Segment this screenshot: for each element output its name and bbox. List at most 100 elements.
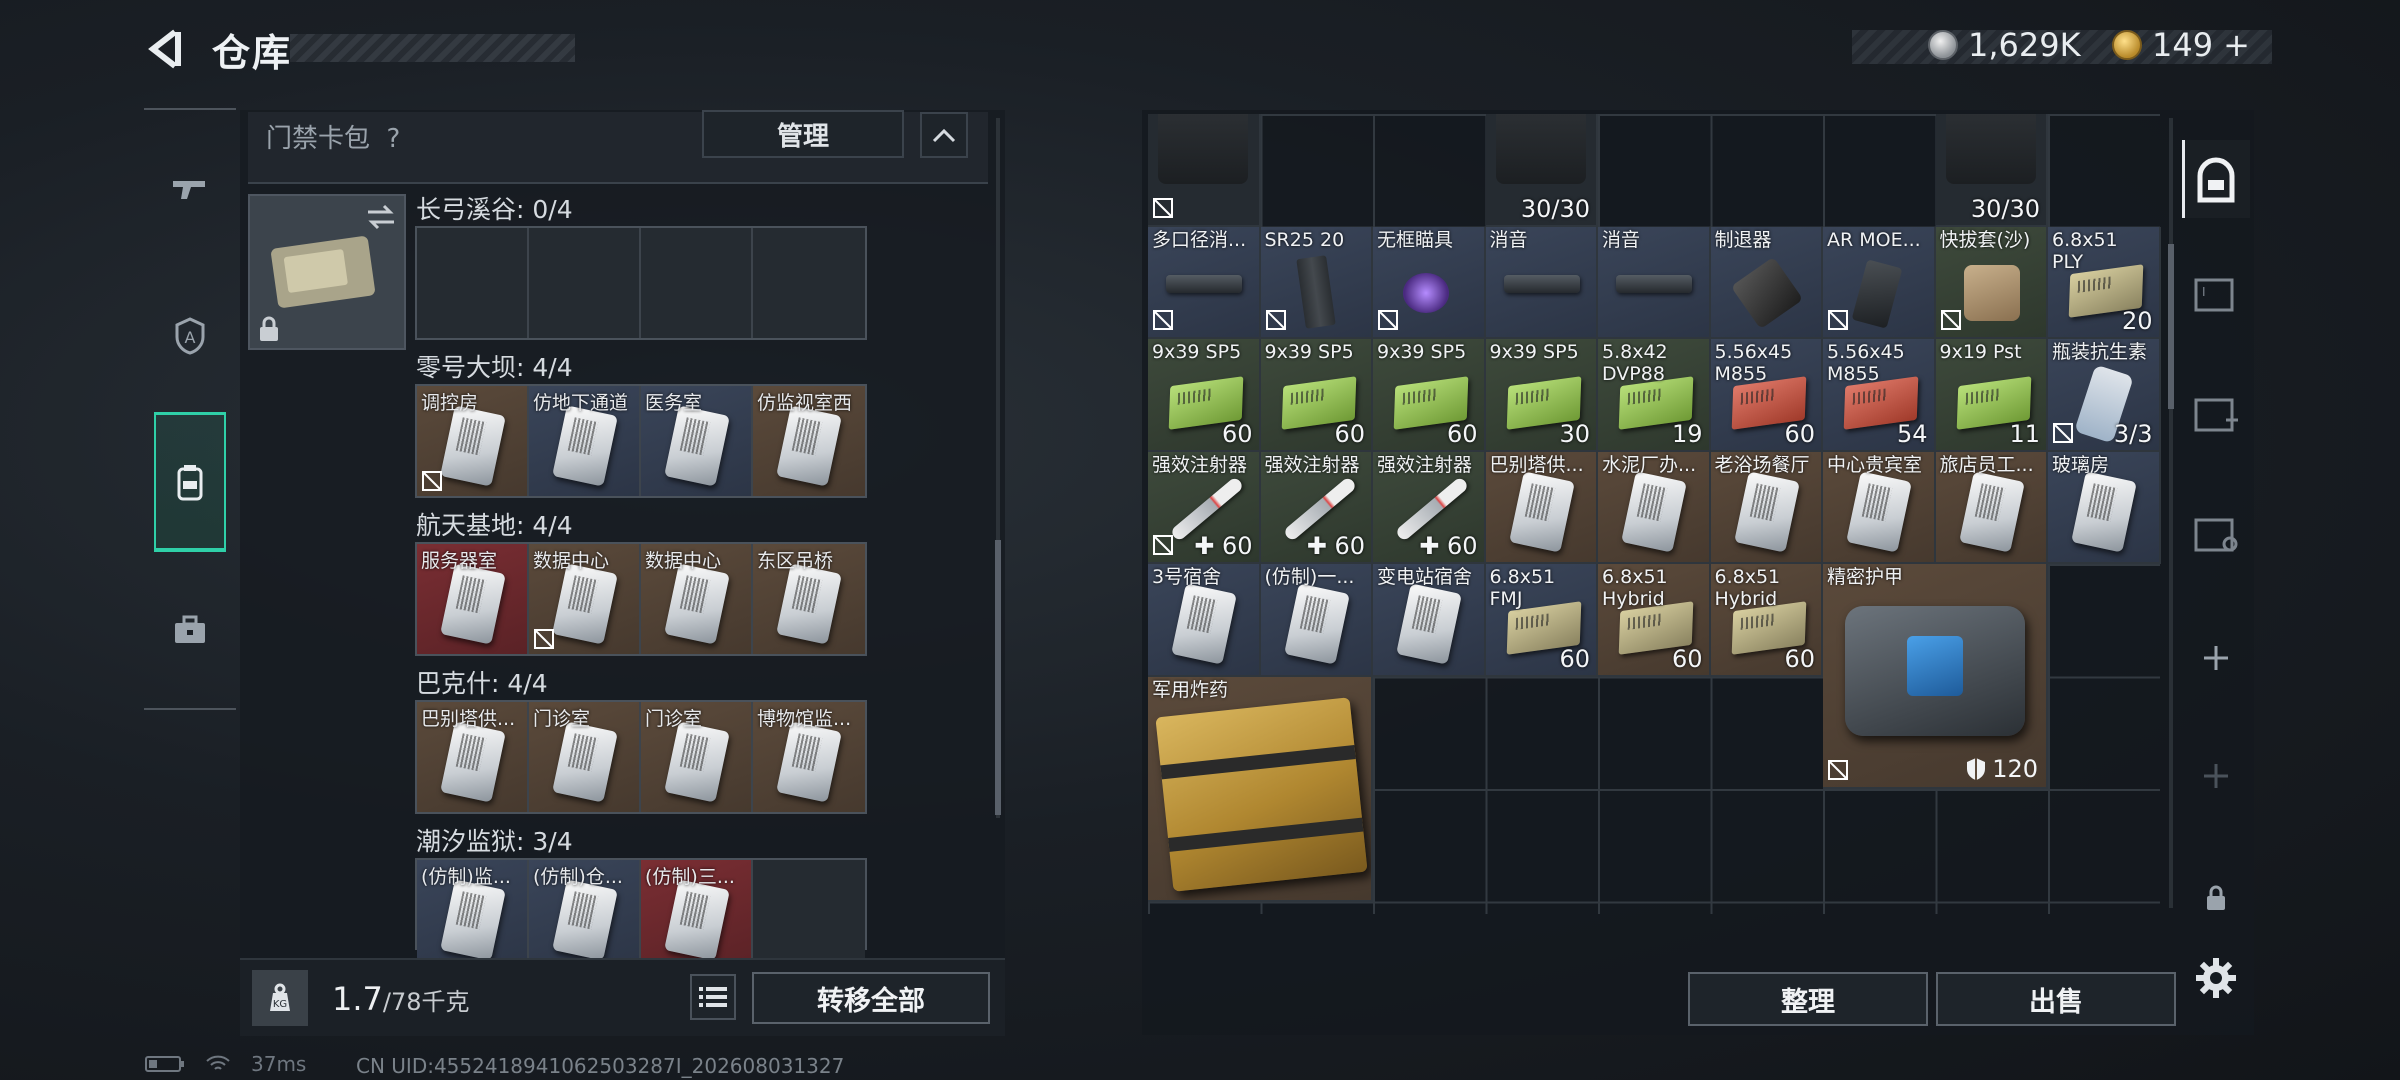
storage-item[interactable]: 变电站宿舍 — [1373, 564, 1486, 677]
keycard-slot[interactable] — [753, 860, 865, 970]
keycard-slot[interactable]: 调控房 — [417, 386, 529, 496]
storage-item[interactable]: 9x39 SP5 60 — [1260, 339, 1373, 452]
keycard-slot[interactable]: 巴别塔供... — [417, 702, 529, 812]
storage-item[interactable]: 快拔套(沙) — [1935, 226, 2048, 339]
right-nav-bag[interactable] — [2182, 144, 2250, 216]
storage-item[interactable]: 强效注射器 ✚ 60 — [1260, 451, 1373, 564]
storage-item[interactable]: 水泥厂办... — [1598, 451, 1711, 564]
item-name: 5.56x45 M855 — [1827, 341, 1905, 385]
keycard-slot[interactable]: 数据中心 — [641, 544, 753, 654]
storage-item[interactable]: 30/30 — [1485, 114, 1598, 227]
storage-item[interactable]: SR25 20 — [1260, 226, 1373, 339]
keycard-slot[interactable]: 数据中心 — [529, 544, 641, 654]
storage-item[interactable]: 5.56x45 M855 60 — [1710, 339, 1823, 452]
settings-button[interactable] — [2182, 942, 2250, 1014]
item-count: 54 — [1896, 419, 1928, 448]
nav-backpack[interactable] — [154, 442, 226, 522]
storage-item[interactable]: 消音 — [1598, 226, 1711, 339]
item-name: 6.8x51 Hybrid — [1714, 566, 1781, 610]
storage-item[interactable]: 中心贵宾室 — [1823, 451, 1936, 564]
storage-item[interactable]: 玻璃房 — [2048, 451, 2161, 564]
storage-item[interactable]: 制退器 — [1710, 226, 1823, 339]
storage-item[interactable]: 9x39 SP5 30 — [1485, 339, 1598, 452]
storage-item[interactable]: 巴别塔供... — [1485, 451, 1598, 564]
swap-icon[interactable] — [366, 204, 396, 230]
collapse-button[interactable] — [920, 112, 968, 158]
item-name: 5.8x42 DVP88 — [1602, 341, 1668, 385]
page-title: 仓库 — [212, 31, 293, 75]
keycard-slot[interactable]: (仿制)仓... — [529, 860, 641, 970]
keycard-slot[interactable] — [529, 228, 641, 338]
gold-currency[interactable]: 149 + — [2112, 26, 2250, 64]
keycard-icon — [1733, 470, 1800, 553]
keycard-slot[interactable]: 医务室 — [641, 386, 753, 496]
back-arrow-icon[interactable] — [145, 28, 187, 70]
storage-item[interactable]: 5.56x45 M855 54 — [1823, 339, 1936, 452]
transfer-all-button[interactable]: 转移全部 — [752, 972, 990, 1024]
storage-grid: 30/30 30/30 多口径消... SR25 20 无框瞄具 消音 消音 制退器 AR MO… — [1148, 114, 2161, 914]
sort-button[interactable]: 整理 — [1688, 972, 1928, 1026]
storage-item[interactable]: 旅店员工... — [1935, 451, 2048, 564]
keycard-case-slot[interactable] — [248, 194, 406, 350]
item-count: 60 — [1334, 419, 1365, 448]
storage-item[interactable]: 老浴场餐厅 — [1710, 451, 1823, 564]
storage-item[interactable]: 5.8x42 DVP88 19 — [1598, 339, 1711, 452]
keycard-slot[interactable]: 仿地下通道 — [529, 386, 641, 496]
keycard-slot[interactable]: 东区吊桥 — [753, 544, 865, 654]
storage-item[interactable]: AR MOE... — [1823, 226, 1936, 339]
keycard-icon — [1508, 470, 1575, 553]
keycard-slot[interactable] — [753, 228, 865, 338]
storage-item[interactable]: (仿制)一... — [1260, 564, 1373, 677]
storage-item[interactable]: 9x39 SP5 60 — [1373, 339, 1486, 452]
right-nav-lock[interactable] — [2182, 862, 2250, 934]
keycard-slot[interactable]: 服务器室 — [417, 544, 529, 654]
storage-item[interactable]: 9x19 Pst 11 — [1935, 339, 2048, 452]
right-nav-storage-add[interactable] — [2182, 378, 2250, 450]
storage-item[interactable]: 消音 — [1485, 226, 1598, 339]
storage-item[interactable]: 6.8x51 FMJ 60 — [1485, 564, 1598, 677]
help-icon[interactable]: ? — [387, 124, 401, 154]
keycard-slot[interactable]: 仿监视室西 — [753, 386, 865, 496]
storage-item[interactable]: 无框瞄具 — [1373, 226, 1486, 339]
left-scrollbar[interactable] — [995, 540, 1001, 815]
keycard-slot[interactable]: 博物馆监... — [753, 702, 865, 812]
item-count: 30/30 — [1970, 194, 2040, 223]
nav-weapons[interactable] — [154, 150, 226, 230]
nav-briefcase[interactable] — [154, 590, 226, 670]
nav-divider-top — [144, 108, 236, 110]
storage-item[interactable]: 6.8x51 Hybrid 60 — [1598, 564, 1711, 677]
keycard-slot[interactable]: 门诊室 — [529, 702, 641, 812]
keycard-slot-row: 巴别塔供... 门诊室 门诊室 博物馆监... — [415, 700, 867, 814]
storage-item[interactable]: 强效注射器 ✚ 60 — [1148, 451, 1261, 564]
storage-item[interactable] — [1148, 114, 1261, 227]
list-view-button[interactable] — [690, 974, 736, 1020]
keycard-slot[interactable]: (仿制)监... — [417, 860, 529, 970]
plus-icon-disabled — [2204, 764, 2228, 788]
right-nav-add[interactable] — [2182, 622, 2250, 694]
right-nav-storage-settings[interactable] — [2182, 498, 2250, 570]
storage-item[interactable]: 多口径消... — [1148, 226, 1261, 339]
storage-item[interactable]: 3号宿舍 — [1148, 564, 1261, 677]
item-name: 快拔套(沙) — [1939, 228, 2031, 251]
keycard-icon — [776, 563, 842, 645]
add-currency-button[interactable]: + — [2223, 26, 2250, 64]
storage-item[interactable]: 6.8x51 PLY 20 — [2048, 226, 2161, 339]
storage-item[interactable]: 9x39 SP5 60 — [1148, 339, 1261, 452]
storage-item[interactable]: 军用炸药 — [1148, 676, 1373, 902]
sell-button[interactable]: 出售 — [1936, 972, 2176, 1026]
keycard-slot[interactable] — [417, 228, 529, 338]
manage-button[interactable]: 管理 — [702, 110, 904, 158]
weapon-icon — [1158, 114, 1248, 184]
right-nav-storage[interactable]: I — [2182, 258, 2250, 330]
keycard-slot[interactable]: 门诊室 — [641, 702, 753, 812]
storage-item[interactable]: 6.8x51 Hybrid 60 — [1710, 564, 1823, 677]
keycard-label: 巴别塔供... — [421, 708, 516, 730]
keycard-slot[interactable]: (仿制)三... — [641, 860, 753, 970]
storage-item[interactable]: 强效注射器 ✚ 60 — [1373, 451, 1486, 564]
storage-item[interactable]: 精密护甲 120 — [1823, 564, 2048, 789]
keycard-slot[interactable] — [641, 228, 753, 338]
nav-operator[interactable]: A — [154, 296, 226, 376]
storage-scrollbar[interactable] — [2168, 244, 2174, 409]
storage-item[interactable]: 30/30 — [1935, 114, 2048, 227]
storage-item[interactable]: 瓶装抗生素 3/3 — [2048, 339, 2161, 452]
